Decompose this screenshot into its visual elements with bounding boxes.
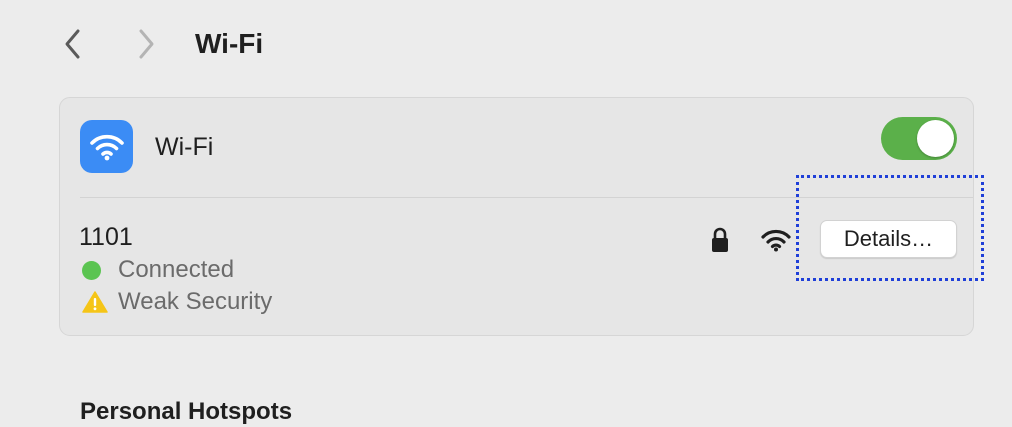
- forward-button[interactable]: [126, 24, 166, 64]
- toggle-knob: [917, 120, 954, 157]
- wifi-card: Wi-Fi 1101 Connected Weak Security Detai…: [59, 97, 974, 336]
- wifi-toggle[interactable]: [881, 117, 957, 160]
- security-status-text: Weak Security: [118, 288, 273, 315]
- chevron-left-icon: [65, 29, 80, 59]
- wifi-label: Wi-Fi: [155, 133, 214, 161]
- connection-status: Connected: [82, 255, 234, 285]
- warning-icon: [82, 290, 108, 314]
- network-row: 1101 Connected Weak Security Details…: [60, 198, 973, 336]
- lock-icon: [712, 227, 728, 252]
- back-button[interactable]: [53, 24, 93, 64]
- section-heading-personal-hotspots: Personal Hotspots: [80, 398, 293, 425]
- page-title: Wi-Fi: [195, 28, 264, 59]
- security-status: Weak Security: [82, 287, 272, 317]
- chevron-right-icon: [139, 29, 154, 59]
- connection-status-text: Connected: [118, 256, 235, 283]
- network-name: 1101: [79, 223, 133, 251]
- connected-status-dot: [82, 260, 101, 280]
- details-button[interactable]: Details…: [820, 220, 957, 258]
- wifi-icon: [80, 120, 133, 173]
- wifi-signal-icon: [761, 229, 791, 252]
